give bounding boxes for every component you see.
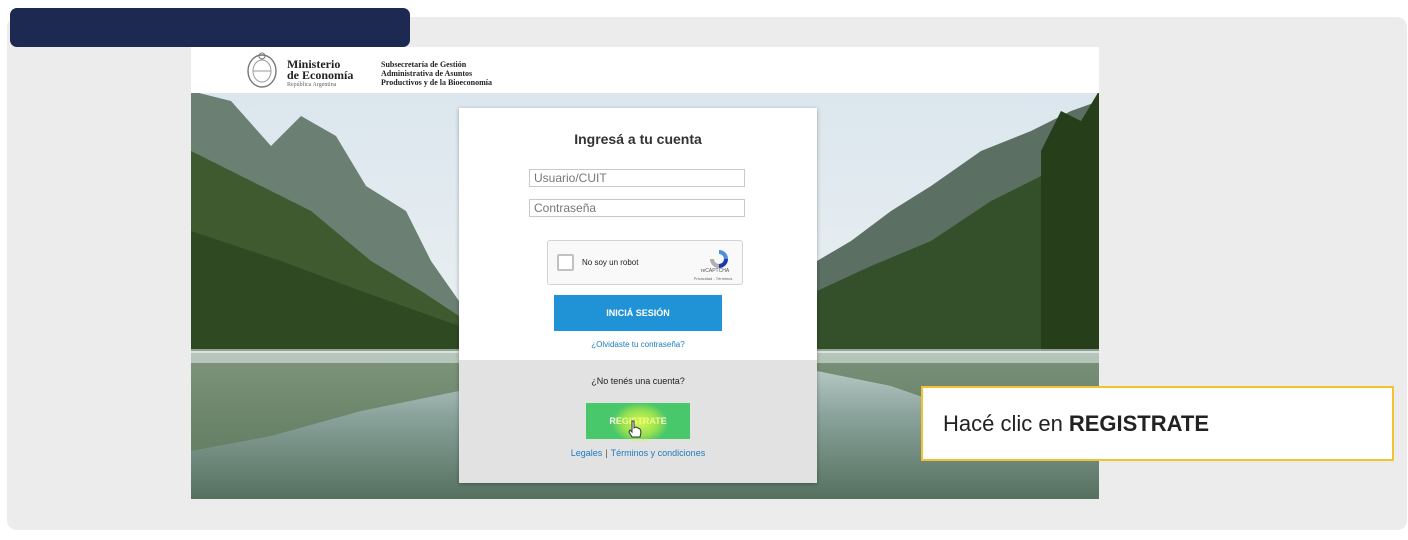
links-separator: | [605, 448, 608, 458]
ministry-name: Ministerio de Economía República Argenti… [287, 58, 354, 89]
coat-of-arms-icon [247, 52, 277, 88]
recaptcha-label: No soy un robot [582, 258, 639, 267]
recaptcha-checkbox[interactable] [557, 254, 574, 271]
recaptcha-links[interactable]: Privacidad - Términos [685, 276, 741, 281]
terms-link[interactable]: Términos y condiciones [611, 448, 706, 458]
instruction-callout: Hacé clic en REGISTRATE [921, 386, 1394, 461]
username-input[interactable] [529, 169, 745, 187]
slide-title-bar [10, 8, 410, 47]
recaptcha-brand: reCAPTCHA [700, 268, 730, 274]
register-section: ¿No tenés una cuenta? REGISTRATE Legales… [459, 360, 817, 483]
recaptcha-logo-icon [710, 250, 728, 268]
no-account-text: ¿No tenés una cuenta? [591, 376, 685, 386]
subsecretaria-line-1: Subsecretaría de Gestión [381, 60, 467, 69]
subsecretaria-line-2: Administrativa de Asuntos [381, 69, 473, 78]
ministry-country: República Argentina [287, 82, 337, 88]
footer-links: Legales | Términos y condiciones [459, 448, 817, 458]
subsecretaria-name: Subsecretaría de Gestión Administrativa … [381, 60, 492, 87]
forgot-password-link[interactable]: ¿Olvidaste tu contraseña? [459, 340, 817, 349]
subsecretaria-line-3: Productivos y de la Bioeconomía [381, 78, 492, 87]
callout-prefix: Hacé clic en [943, 410, 1063, 436]
login-card: Ingresá a tu cuenta No soy un robot reCA… [459, 108, 817, 483]
login-title: Ingresá a tu cuenta [574, 131, 702, 147]
hand-cursor-icon [628, 420, 642, 438]
callout-emphasis: REGISTRATE [1068, 410, 1209, 436]
recaptcha-widget: No soy un robot reCAPTCHA Privacidad - T… [547, 240, 743, 285]
login-button[interactable]: INICIÁ SESIÓN [554, 295, 722, 331]
ministry-line-2: de Economía [287, 68, 354, 82]
legal-link[interactable]: Legales [571, 448, 603, 458]
password-input[interactable] [529, 199, 745, 217]
site-header: Ministerio de Economía República Argenti… [191, 47, 1099, 93]
